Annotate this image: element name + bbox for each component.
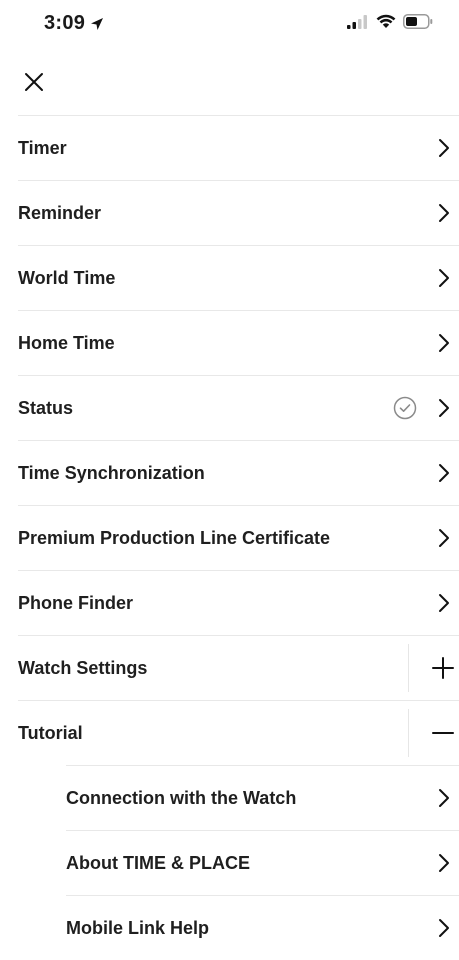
chevron-right-icon [439, 269, 449, 287]
menu-item-label: Home Time [18, 332, 115, 353]
menu-item-watch-settings[interactable]: Watch Settings [18, 635, 459, 700]
chevron-right-icon [439, 139, 449, 157]
submenu-item-label: Mobile Link Help [66, 917, 210, 938]
close-icon [25, 73, 43, 91]
menu-item-tutorial[interactable]: Tutorial [18, 700, 459, 765]
menu-item-label: Time Synchronization [18, 462, 205, 483]
submenu-item-about-time-and-place[interactable]: About TIME & PLACE [66, 830, 459, 895]
menu-item-timer[interactable]: Timer [18, 115, 459, 180]
menu-item-phone-finder[interactable]: Phone Finder [18, 570, 459, 635]
minus-icon[interactable] [431, 721, 455, 745]
status-indicators [347, 14, 433, 29]
chevron-right-icon [439, 529, 449, 547]
chevron-right-icon [439, 204, 449, 222]
submenu-item-connection-with-the-watch[interactable]: Connection with the Watch [66, 765, 459, 830]
submenu-item-label: Connection with the Watch [66, 787, 297, 808]
menu-item-label: Phone Finder [18, 592, 134, 613]
menu-item-label: Tutorial [18, 722, 83, 743]
chevron-right-icon [439, 399, 449, 417]
status-time: 3:09 [44, 12, 105, 35]
chevron-right-icon [439, 854, 449, 872]
chevron-right-icon [439, 334, 449, 352]
submenu-item-mobile-link-help[interactable]: Mobile Link Help [66, 895, 459, 960]
chevron-right-icon [439, 594, 449, 612]
menu-item-world-time[interactable]: World Time [18, 245, 459, 310]
menu-item-time-synchronization[interactable]: Time Synchronization [18, 440, 459, 505]
menu-item-label: Timer [18, 137, 67, 158]
chevron-right-icon [439, 464, 449, 482]
battery-icon [403, 14, 433, 29]
status-bar: 3:09 [0, 0, 459, 50]
close-button[interactable] [14, 62, 54, 102]
chevron-right-icon [439, 919, 449, 937]
menu-item-premium-production-line-certificate[interactable]: Premium Production Line Certificate [18, 505, 459, 570]
chevron-right-icon [439, 789, 449, 807]
menu-item-reminder[interactable]: Reminder [18, 180, 459, 245]
menu-item-label: World Time [18, 267, 116, 288]
cellular-signal-icon [347, 14, 367, 29]
menu-item-label: Premium Production Line Certificate [18, 527, 331, 548]
location-arrow-icon [91, 17, 104, 30]
check-circle-icon [393, 396, 417, 420]
menu-item-label: Reminder [18, 202, 102, 223]
menu-list: Timer Reminder World Time Home Time Stat… [0, 115, 459, 960]
wifi-icon [376, 14, 396, 28]
status-clock: 3:09 [44, 12, 86, 34]
vertical-divider [408, 644, 409, 692]
menu-item-label: Watch Settings [18, 657, 148, 678]
plus-icon[interactable] [431, 656, 455, 680]
menu-item-status[interactable]: Status [18, 375, 459, 440]
menu-item-home-time[interactable]: Home Time [18, 310, 459, 375]
submenu-item-label: About TIME & PLACE [66, 852, 250, 873]
vertical-divider [408, 709, 409, 757]
